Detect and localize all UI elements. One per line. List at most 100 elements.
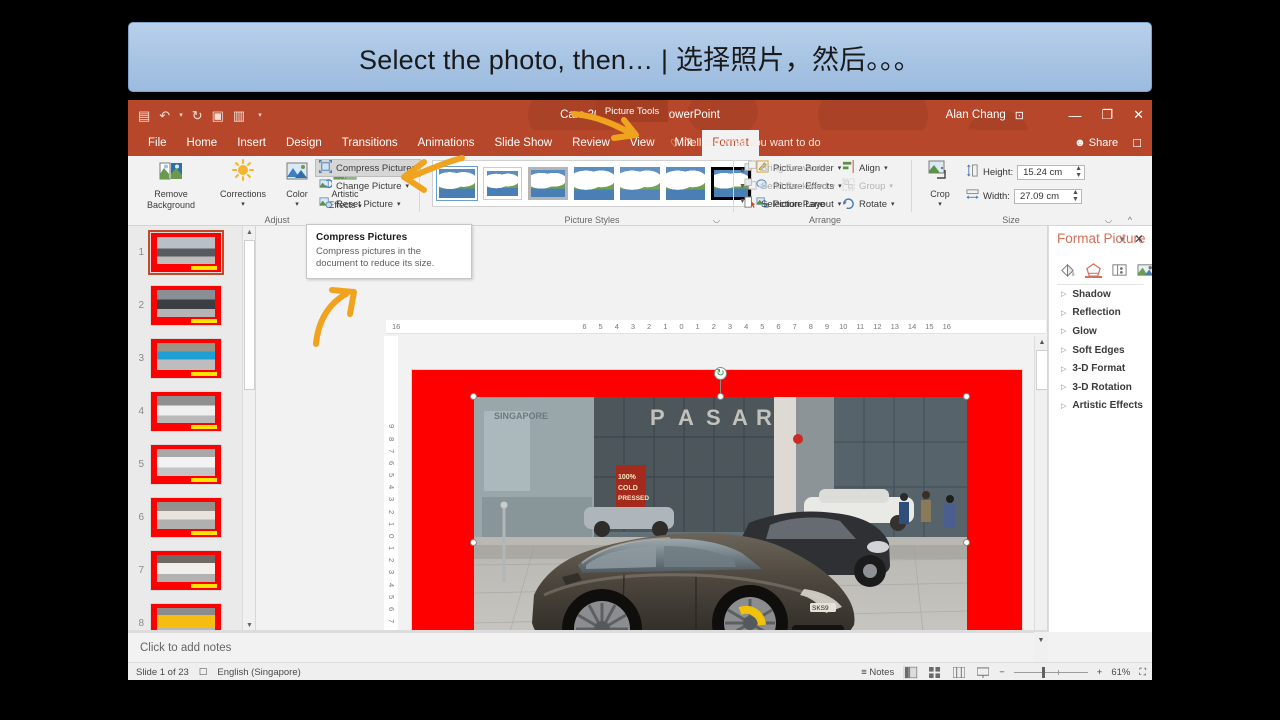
zoom-slider[interactable] — [1013, 666, 1088, 679]
effects-icon[interactable] — [1085, 262, 1102, 278]
selection-handle-top-center[interactable] — [717, 393, 724, 400]
format-section-3d-format[interactable]: ▷ 3-D Format — [1049, 359, 1152, 378]
thumbnail-slide[interactable] — [150, 338, 222, 379]
collapse-ribbon-icon[interactable]: ^ — [1128, 215, 1132, 225]
bring-forward-dropdown-icon[interactable]: ▾ — [825, 164, 829, 172]
picture-style-6[interactable] — [665, 167, 706, 200]
thumbnail-item-1[interactable]: 1 — [128, 226, 255, 279]
width-spinner[interactable]: ▲ ▼ — [1072, 189, 1079, 203]
bring-forward-button[interactable]: Bring Forward ▾ — [744, 160, 828, 176]
format-pane-close-icon[interactable]: ✕ — [1134, 232, 1144, 246]
reset-picture-button[interactable]: Reset Picture ▾ — [316, 196, 420, 212]
align-button[interactable]: Align ▾ — [842, 160, 888, 176]
selection-handle-top-left[interactable] — [470, 393, 477, 400]
language-label[interactable]: English (Singapore) — [217, 667, 300, 678]
thumbnail-slide[interactable] — [150, 285, 222, 326]
color-button[interactable]: Color ▾ — [276, 159, 318, 210]
thumbnail-item-5[interactable]: 5 — [128, 438, 255, 491]
zoom-slider-thumb[interactable] — [1041, 666, 1045, 678]
selection-handle-middle-left[interactable] — [470, 539, 477, 546]
thumbnails-scroll-thumb[interactable] — [244, 240, 255, 390]
format-section-shadow[interactable]: ▷ Shadow — [1049, 285, 1152, 304]
canvas-scrollbar[interactable]: ▲ ▼ ⇧ ⇩ — [1034, 336, 1048, 680]
thumbnail-slide[interactable] — [150, 550, 222, 591]
slide-thumbnails-pane[interactable]: 1 2 3 4 5 6 7 8 ▲ ▼ — [128, 226, 256, 632]
picture-style-5[interactable] — [619, 167, 660, 200]
tab-file[interactable]: File — [138, 130, 177, 156]
tab-home[interactable]: Home — [177, 130, 228, 156]
format-section-reflection[interactable]: ▷ Reflection — [1049, 304, 1152, 323]
send-backward-button[interactable]: Send Backward ▾ — [744, 178, 835, 194]
share-button[interactable]: ☻ Share — [1074, 137, 1118, 149]
color-dropdown-icon[interactable]: ▾ — [276, 200, 318, 211]
group-dropdown-icon[interactable]: ▾ — [889, 182, 893, 190]
normal-view-icon[interactable] — [903, 665, 919, 679]
thumbnails-scrollbar[interactable]: ▲ ▼ — [242, 226, 255, 632]
selection-handle-top-right[interactable] — [963, 393, 970, 400]
size-dialog-launcher[interactable]: ◡ — [1105, 215, 1112, 224]
slide-sorter-view-icon[interactable] — [927, 666, 942, 679]
thumbnail-slide[interactable] — [150, 444, 222, 485]
restore-icon[interactable]: ❐ — [1101, 107, 1113, 123]
thumbnail-slide[interactable] — [150, 603, 222, 632]
tab-design[interactable]: Design — [276, 130, 332, 156]
rotate-handle[interactable]: ↻ — [714, 367, 727, 380]
slide-show-view-icon[interactable] — [975, 666, 990, 679]
zoom-in-button[interactable]: + — [1097, 667, 1103, 678]
format-section-3d-rotation[interactable]: ▷ 3-D Rotation — [1049, 378, 1152, 397]
tab-slide-show[interactable]: Slide Show — [485, 130, 563, 156]
format-section-soft-edges[interactable]: ▷ Soft Edges — [1049, 341, 1152, 360]
align-dropdown-icon[interactable]: ▾ — [884, 164, 888, 172]
selection-handle-middle-right[interactable] — [963, 539, 970, 546]
rotate-dropdown-icon[interactable]: ▾ — [891, 200, 895, 208]
thumbnail-slide[interactable] — [150, 497, 222, 538]
thumbnail-slide[interactable] — [150, 391, 222, 432]
picture-styles-dialog-launcher[interactable]: ◡ — [713, 215, 720, 224]
tell-me-search[interactable]: ♡ Tell me what you want to do — [670, 130, 821, 156]
thumbnail-item-7[interactable]: 7 — [128, 544, 255, 597]
fill-line-icon[interactable] — [1059, 262, 1076, 278]
thumbnail-item-8[interactable]: 8 — [128, 597, 255, 632]
format-section-artistic-effects[interactable]: ▷ Artistic Effects — [1049, 397, 1152, 416]
ribbon-display-options-icon[interactable]: ⊡ — [1015, 109, 1024, 122]
corrections-dropdown-icon[interactable]: ▾ — [212, 200, 274, 211]
picture-style-2[interactable] — [482, 167, 523, 200]
selection-pane-button[interactable]: Selection Pane — [744, 196, 825, 212]
notes-pane[interactable]: Click to add notes — [128, 632, 1034, 662]
thumbnail-item-4[interactable]: 4 — [128, 385, 255, 438]
tab-view[interactable]: View — [620, 130, 665, 156]
corrections-button[interactable]: Corrections ▾ — [212, 159, 274, 210]
thumbnail-item-2[interactable]: 2 — [128, 279, 255, 332]
account-name[interactable]: Alan Chang ⊡ — [946, 100, 1024, 130]
format-section-glow[interactable]: ▷ Glow — [1049, 322, 1152, 341]
tab-insert[interactable]: Insert — [227, 130, 276, 156]
format-pane-menu-icon[interactable]: ▼ — [1118, 235, 1126, 244]
minimize-icon[interactable]: — — [1068, 108, 1081, 123]
crop-button[interactable]: Crop ▾ — [920, 159, 960, 210]
notes-button[interactable]: ≡ Notes — [861, 667, 894, 678]
zoom-out-button[interactable]: − — [999, 667, 1005, 678]
notes-scroll-down-icon[interactable]: ▼ — [1034, 634, 1048, 647]
picture-style-3[interactable] — [528, 167, 569, 200]
picture-styles-gallery[interactable]: ▲ ▼ ▼ — [432, 160, 752, 207]
thumbnail-item-6[interactable]: 6 — [128, 491, 255, 544]
zoom-level-label[interactable]: 61% — [1111, 667, 1130, 678]
change-picture-dropdown-icon[interactable]: ▾ — [405, 182, 409, 190]
tab-review[interactable]: Review — [562, 130, 620, 156]
height-spinner[interactable]: ▲ ▼ — [1075, 165, 1082, 179]
picture-icon[interactable] — [1137, 262, 1152, 278]
fit-to-window-icon[interactable]: ⛶ — [1139, 667, 1146, 678]
tab-transitions[interactable]: Transitions — [332, 130, 408, 156]
size-properties-icon[interactable] — [1111, 262, 1128, 278]
thumbnail-slide[interactable] — [148, 230, 224, 275]
slide-canvas[interactable]: PAS AR SINGAPORE 100% COLD PRESSED SKS9 … — [398, 336, 1030, 680]
thumbnail-item-3[interactable]: 3 — [128, 332, 255, 385]
reset-picture-dropdown-icon[interactable]: ▾ — [397, 200, 401, 208]
notes-scrollbar[interactable]: ▼ — [1034, 632, 1048, 662]
close-icon[interactable]: ✕ — [1133, 107, 1144, 123]
reading-view-icon[interactable] — [951, 666, 966, 679]
group-button[interactable]: Group ▾ — [842, 178, 893, 194]
tab-animations[interactable]: Animations — [408, 130, 485, 156]
compress-pictures-button[interactable]: Compress Pictures — [315, 159, 421, 177]
rotate-button[interactable]: Rotate ▾ — [842, 196, 895, 212]
